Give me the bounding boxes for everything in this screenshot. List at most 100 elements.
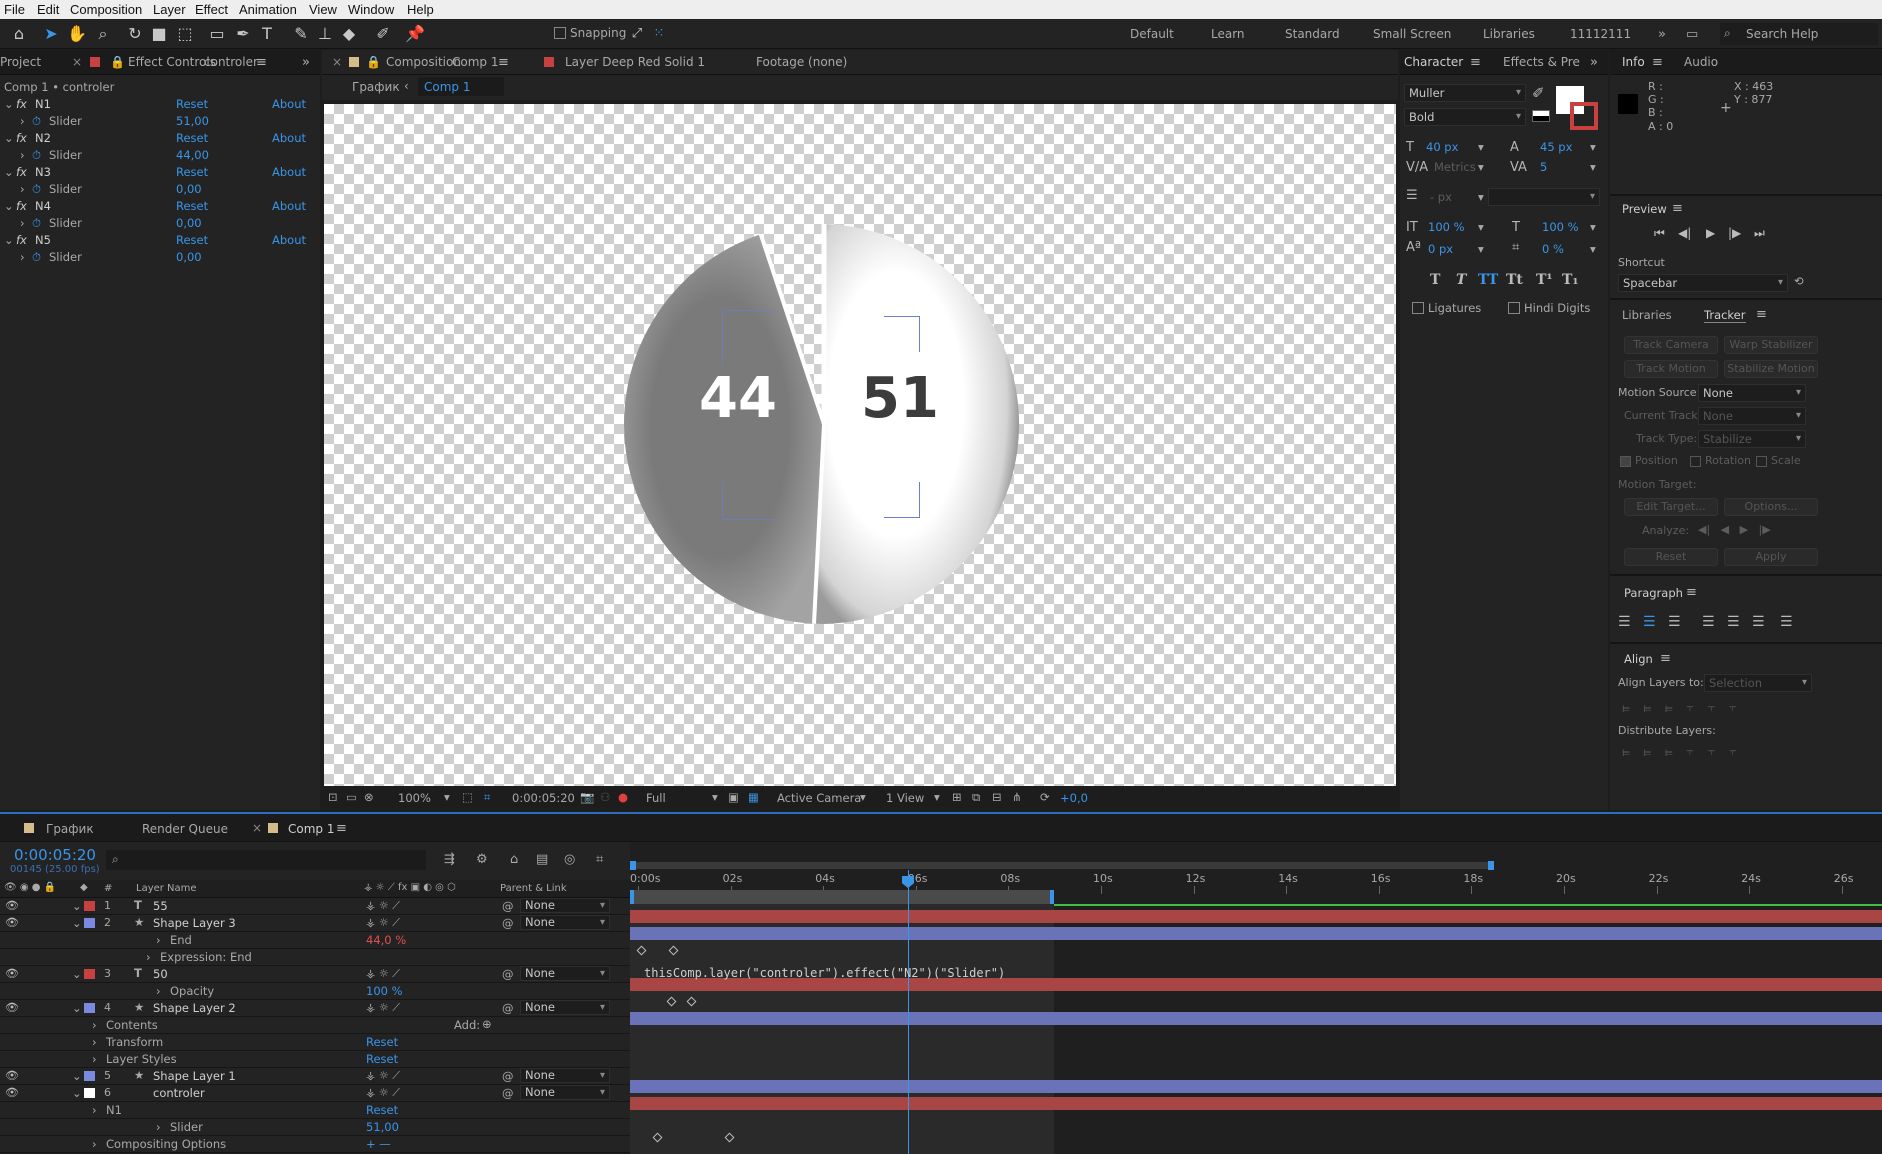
- parent-select[interactable]: None: [520, 915, 610, 930]
- chevron-down-icon[interactable]: ⌄: [4, 233, 14, 247]
- effect-reset-link[interactable]: Reset: [176, 97, 208, 111]
- slider-value[interactable]: 0,00: [176, 250, 202, 264]
- close-icon[interactable]: ×: [72, 55, 82, 69]
- label-color-swatch[interactable]: [84, 918, 95, 928]
- parent-select[interactable]: None: [520, 966, 610, 981]
- property-row[interactable]: › N1 Reset: [0, 1102, 630, 1119]
- property-row[interactable]: › End 44,0 %: [0, 932, 630, 949]
- navigator-end-handle[interactable]: [1488, 861, 1494, 870]
- slider-value[interactable]: 0,00: [176, 182, 202, 196]
- effect-about-link[interactable]: About: [272, 97, 306, 111]
- navigator-start-handle[interactable]: [630, 861, 636, 870]
- chevron-down-icon[interactable]: ⌄: [72, 967, 82, 981]
- chevron-down-icon[interactable]: ▾: [1478, 140, 1484, 154]
- camera-tool-icon[interactable]: ■: [148, 23, 170, 45]
- property-row[interactable]: › Compositing Options + —: [0, 1136, 630, 1153]
- menu-edit[interactable]: Edit: [37, 2, 59, 17]
- puppet-pin-tool-icon[interactable]: 📌: [404, 23, 426, 45]
- eye-icon[interactable]: 👁: [5, 900, 19, 911]
- fx-icon[interactable]: fx: [16, 165, 27, 179]
- kerning-value[interactable]: Metrics: [1434, 160, 1476, 174]
- shy-layers-icon[interactable]: ⌂: [510, 852, 518, 867]
- chevron-right-icon[interactable]: ›: [92, 1137, 97, 1151]
- tab-comp-1[interactable]: Comp 1: [288, 822, 334, 836]
- property-row[interactable]: › Transform Reset: [0, 1034, 630, 1051]
- menu-effect[interactable]: Effect: [195, 2, 228, 17]
- home-icon[interactable]: ⌂: [8, 23, 30, 45]
- layer-switches-icon[interactable]: ⚶ ☼ ⟋: [366, 967, 400, 981]
- effect-about-link[interactable]: About: [272, 131, 306, 145]
- fx-icon[interactable]: fx: [16, 131, 27, 145]
- pickwhip-icon[interactable]: @: [502, 916, 514, 930]
- layer-row-1[interactable]: 👁 ⌄ 1 T 55 ⚶ ☼ ⟋ @ None: [0, 898, 630, 915]
- edit-target-button[interactable]: Edit Target...: [1624, 498, 1718, 516]
- last-frame-icon[interactable]: ⏭: [1754, 226, 1765, 241]
- distribute-icons[interactable]: ⫢ ⫢ ⫢ ⫟ ⫟ ⫟: [1622, 744, 1737, 760]
- zoom-tool-icon[interactable]: ⌕: [92, 23, 114, 45]
- reset-shortcut-icon[interactable]: ⟲: [1794, 274, 1804, 288]
- keyframe[interactable]: [636, 945, 647, 956]
- lock-icon[interactable]: 🔒: [366, 55, 381, 69]
- chevron-down-icon[interactable]: ⌄: [72, 916, 82, 930]
- effect-reset-link[interactable]: Reset: [176, 165, 208, 179]
- layer-row-6[interactable]: 👁 ⌄ 6 controler ⚶ ☼ ⟋ @ None: [0, 1085, 630, 1102]
- stroke-color-swatch[interactable]: [1570, 102, 1598, 130]
- layer-switches-icon[interactable]: ⚶ ☼ ⟋: [366, 1001, 400, 1015]
- eraser-tool-icon[interactable]: ◆: [338, 23, 360, 45]
- analyze-back-icon[interactable]: ◀| ◀ ▶ |▶: [1698, 523, 1771, 536]
- pickwhip-icon[interactable]: @: [502, 899, 514, 913]
- panel-overflow-icon[interactable]: »: [302, 55, 310, 70]
- tab-libraries[interactable]: Libraries: [1622, 308, 1672, 322]
- chevron-down-icon[interactable]: ▾: [1590, 220, 1596, 234]
- keyframe[interactable]: [668, 945, 679, 956]
- grid-icon[interactable]: ⌗: [484, 790, 490, 805]
- effect-about-link[interactable]: About: [272, 165, 306, 179]
- keyframe[interactable]: [666, 996, 677, 1007]
- chevron-down-icon[interactable]: ⌄: [72, 899, 82, 913]
- hand-tool-icon[interactable]: ✋: [66, 23, 88, 45]
- panel-menu-icon[interactable]: ≡: [498, 55, 509, 70]
- close-icon[interactable]: ×: [332, 55, 342, 69]
- layer-duration-bar-5[interactable]: [630, 1080, 1882, 1093]
- effect-reset-link[interactable]: Reset: [176, 233, 208, 247]
- chevron-down-icon[interactable]: ▾: [1590, 140, 1596, 154]
- property-row[interactable]: › Expression: End: [0, 949, 630, 966]
- align-center-icon[interactable]: ☰: [1643, 614, 1656, 630]
- font-size-value[interactable]: 40 px: [1426, 140, 1458, 154]
- snap-edges-icon[interactable]: ⤢: [626, 23, 648, 45]
- menu-help[interactable]: Help: [407, 2, 434, 17]
- font-family-select[interactable]: Muller: [1404, 84, 1526, 102]
- layer-duration-bar-6[interactable]: [630, 1097, 1882, 1110]
- panel-menu-icon[interactable]: ≡: [1672, 201, 1683, 216]
- panel-overflow-icon[interactable]: »: [1590, 55, 1598, 70]
- menu-view[interactable]: View: [309, 2, 337, 17]
- workspace-standard[interactable]: Standard: [1285, 27, 1340, 41]
- layer-switches-icon[interactable]: ⚶ ☼ ⟋: [366, 1069, 400, 1083]
- subscript-button[interactable]: T₁: [1562, 272, 1579, 288]
- tab-project[interactable]: Project: [0, 55, 41, 69]
- menu-animation[interactable]: Animation: [239, 2, 297, 17]
- reset-exposure-icon[interactable]: ⟳: [1040, 790, 1050, 804]
- pickwhip-icon[interactable]: @: [502, 1086, 514, 1100]
- chevron-down-icon[interactable]: ▾: [444, 790, 450, 804]
- label-color-swatch[interactable]: [84, 1003, 95, 1013]
- number-right-51[interactable]: 51: [840, 366, 960, 431]
- playhead-line[interactable]: [908, 870, 909, 1154]
- draft-3d-icon[interactable]: ⚙: [476, 852, 488, 867]
- layer-switches-icon[interactable]: ⚶ ☼ ⟋: [366, 899, 400, 913]
- workspace-libraries[interactable]: Libraries: [1483, 27, 1535, 41]
- effect-about-link[interactable]: About: [272, 199, 306, 213]
- slider-value[interactable]: 0,00: [176, 216, 202, 230]
- panel-menu-icon[interactable]: ≡: [1660, 651, 1671, 666]
- snapping-checkbox[interactable]: [554, 27, 566, 39]
- workspace-small-screen[interactable]: Small Screen: [1373, 27, 1451, 41]
- property-row[interactable]: › Slider 51,00: [0, 1119, 630, 1136]
- workspace-default[interactable]: Default: [1130, 27, 1174, 41]
- resolution-select[interactable]: Full: [646, 791, 666, 805]
- property-row[interactable]: › Contents Add: ⊕: [0, 1017, 630, 1034]
- camera-select[interactable]: Active Camera: [777, 791, 861, 805]
- justify-left-icon[interactable]: ☰: [1702, 614, 1715, 630]
- layer-duration-bar-2[interactable]: [630, 927, 1882, 940]
- layer-row-5[interactable]: 👁 ⌄ 5 ★ Shape Layer 1 ⚶ ☼ ⟋ @ None: [0, 1068, 630, 1085]
- layer-name[interactable]: 50: [153, 967, 168, 981]
